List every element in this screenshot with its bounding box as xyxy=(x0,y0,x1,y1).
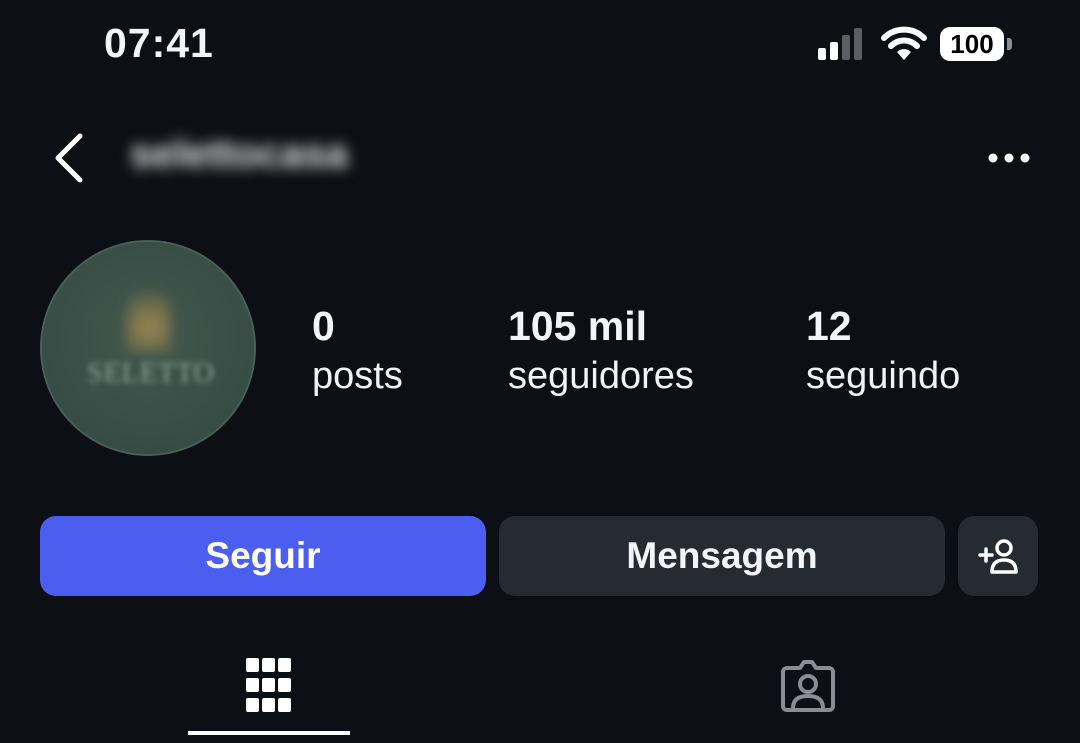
status-time: 07:41 xyxy=(104,20,214,66)
wifi-icon xyxy=(881,26,927,60)
chevron-left-icon[interactable] xyxy=(48,130,92,186)
grid-icon xyxy=(246,658,291,712)
battery-icon: 100 xyxy=(940,27,1014,61)
battery-tip xyxy=(1007,38,1012,50)
tab-tagged[interactable] xyxy=(763,640,853,730)
followers-label: seguidores xyxy=(508,355,694,397)
suggested-users-button[interactable] xyxy=(958,516,1038,596)
message-button[interactable]: Mensagem xyxy=(499,516,945,596)
posts-count: 0 xyxy=(312,303,335,349)
stat-posts[interactable]: 0 posts xyxy=(312,302,403,402)
avatar[interactable]: SELETTO xyxy=(40,240,256,456)
follow-button[interactable]: Seguir xyxy=(40,516,486,596)
cellular-signal-icon xyxy=(818,28,862,60)
stat-followers[interactable]: 105 mil seguidores xyxy=(508,302,694,402)
avatar-emblem xyxy=(126,290,172,352)
stat-following[interactable]: 12 seguindo xyxy=(806,302,960,402)
profile-username: selettocasa xyxy=(130,132,348,176)
profile-screen: 07:41 100 selettocasa SELETTO 0 posts 10… xyxy=(0,0,1080,743)
avatar-brand-text: SELETTO xyxy=(87,358,215,389)
add-person-icon xyxy=(978,539,1018,574)
tab-posts-grid[interactable] xyxy=(224,640,314,730)
more-horizontal-icon[interactable] xyxy=(986,144,1032,172)
posts-label: posts xyxy=(312,355,403,397)
tagged-person-icon xyxy=(781,660,835,712)
following-count: 12 xyxy=(806,303,852,349)
active-tab-indicator xyxy=(188,731,350,735)
battery-level: 100 xyxy=(940,27,1004,61)
following-label: seguindo xyxy=(806,355,961,397)
followers-count: 105 mil xyxy=(508,303,648,349)
